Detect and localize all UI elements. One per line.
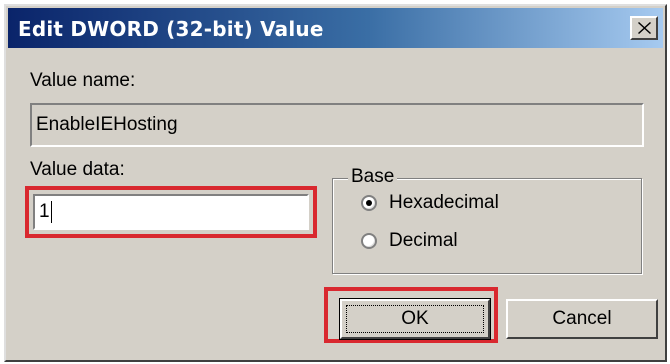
radio-button-icon[interactable] [361, 233, 377, 249]
text-caret [50, 201, 52, 223]
value-name-text: EnableIEHosting [36, 114, 178, 135]
value-data-input[interactable]: 1 [33, 194, 309, 230]
value-data-label: Value data: [30, 159, 125, 180]
radio-decimal-label: Decimal [389, 230, 458, 251]
dialog-title: Edit DWORD (32-bit) Value [18, 17, 324, 41]
radio-decimal[interactable]: Decimal [361, 230, 458, 252]
radio-button-selected-icon[interactable] [361, 195, 377, 211]
radio-hexadecimal-label: Hexadecimal [389, 192, 499, 213]
value-name-field[interactable]: EnableIEHosting [30, 103, 644, 147]
base-legend: Base [348, 166, 398, 188]
close-icon [638, 22, 651, 34]
radio-hexadecimal[interactable]: Hexadecimal [361, 192, 499, 214]
cancel-button-label: Cancel [552, 308, 612, 329]
focus-rectangle [346, 305, 484, 333]
close-button[interactable] [630, 16, 658, 40]
cancel-button[interactable]: Cancel [506, 299, 658, 339]
value-data-text: 1 [39, 201, 50, 222]
ok-button[interactable]: OK [339, 298, 491, 340]
title-bar[interactable]: Edit DWORD (32-bit) Value [8, 8, 663, 48]
value-name-label: Value name: [30, 70, 136, 91]
edit-dword-dialog: Edit DWORD (32-bit) Value Value name: En… [4, 4, 667, 362]
